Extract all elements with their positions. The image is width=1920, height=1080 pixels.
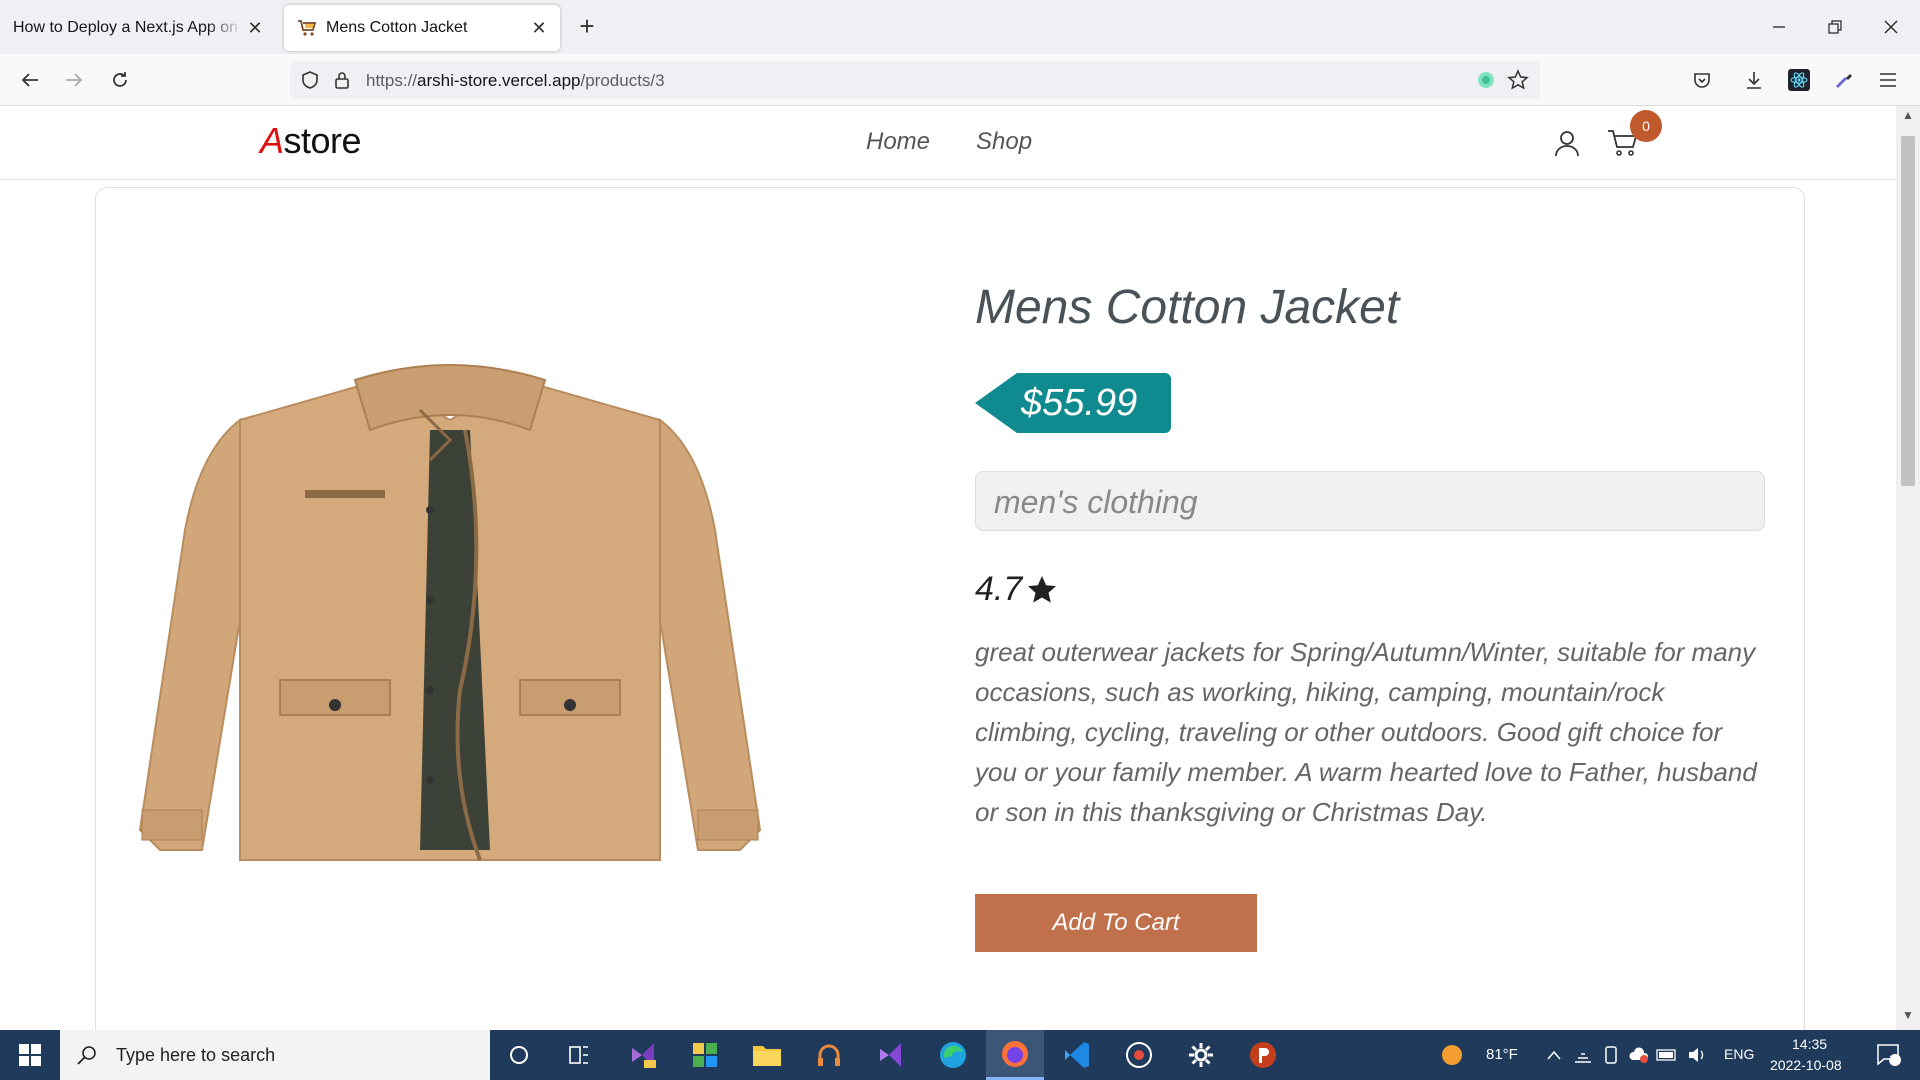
cloud-sync-error-icon[interactable] — [1626, 1030, 1652, 1080]
nav-link-shop[interactable]: Shop — [976, 128, 1032, 156]
pocket-icon[interactable] — [1686, 64, 1718, 96]
url-text[interactable]: https://arshi-store.vercel.app/products/… — [366, 71, 665, 91]
visual-studio-preview-icon[interactable] — [614, 1030, 672, 1080]
tab-title: Mens Cotton Jacket — [326, 19, 468, 36]
volume-icon[interactable] — [1684, 1030, 1710, 1080]
clock-date[interactable]: 2022-10-08 — [1770, 1057, 1842, 1073]
download-icon[interactable] — [1738, 64, 1770, 96]
new-tab-button[interactable]: + — [572, 12, 602, 42]
cortana-icon[interactable] — [490, 1030, 548, 1080]
hamburger-menu-icon[interactable] — [1872, 64, 1904, 96]
product-rating: 4.7 — [975, 570, 1058, 609]
file-explorer-icon[interactable] — [738, 1030, 796, 1080]
rating-value: 4.7 — [975, 570, 1023, 608]
scroll-up-icon[interactable]: ▲ — [1896, 108, 1920, 128]
tab-active[interactable]: Mens Cotton Jacket ✕ — [284, 5, 560, 51]
taskbar-search[interactable]: Type here to search — [60, 1030, 490, 1080]
nav-link-home[interactable]: Home — [866, 128, 930, 156]
language-indicator[interactable]: ENG — [1724, 1046, 1754, 1062]
tray-chevron-up-icon[interactable] — [1540, 1030, 1568, 1080]
code-tool-icon[interactable] — [676, 1030, 734, 1080]
product-category: men's clothing — [994, 484, 1198, 520]
close-window-icon[interactable] — [1868, 10, 1914, 44]
task-view-icon[interactable] — [550, 1030, 608, 1080]
search-placeholder: Type here to search — [116, 1044, 276, 1065]
notification-count: 2 — [1884, 1049, 1892, 1061]
category-box: men's clothing — [975, 471, 1765, 531]
edge-browser-icon[interactable] — [924, 1030, 982, 1080]
search-icon — [77, 1046, 96, 1065]
shopping-cart-favicon-icon — [296, 17, 318, 39]
page-scrollbar[interactable]: ▲ ▼ — [1896, 106, 1920, 1030]
vscode-icon[interactable] — [1048, 1030, 1106, 1080]
windows-start-icon[interactable] — [0, 1030, 60, 1080]
address-bar[interactable]: https://arshi-store.vercel.app/products/… — [290, 61, 1540, 99]
clock-time[interactable]: 14:35 — [1792, 1036, 1827, 1052]
product-image — [130, 360, 770, 870]
price-tag: $55.99 — [975, 373, 1172, 433]
visual-studio-icon[interactable] — [862, 1030, 920, 1080]
product-price: $55.99 — [1017, 373, 1172, 433]
tab-title: How to Deploy a Next.js App on cPanel — [13, 19, 242, 36]
price-tag-arrow — [975, 373, 1017, 433]
media-player-icon[interactable] — [1110, 1030, 1168, 1080]
browser-tab-strip: How to Deploy a Next.js App on cPanel ✕ … — [0, 0, 1920, 54]
restore-window-icon[interactable] — [1812, 10, 1858, 44]
extension-badge-icon[interactable] — [1474, 68, 1498, 92]
minimize-window-icon[interactable] — [1756, 10, 1802, 44]
phone-link-icon[interactable] — [1598, 1030, 1624, 1080]
close-tab-icon[interactable]: ✕ — [526, 18, 552, 39]
powerpoint-app-icon[interactable] — [1234, 1030, 1292, 1080]
site-header: Astore Home Shop — [0, 106, 1896, 180]
reload-icon[interactable] — [102, 62, 138, 98]
windows-taskbar: Type here to search 81°F ENG 14:35 2022-… — [0, 1030, 1920, 1080]
color-picker-icon[interactable] — [1828, 64, 1860, 96]
tab-inactive[interactable]: How to Deploy a Next.js App on cPanel ✕ — [0, 5, 276, 51]
battery-icon[interactable] — [1654, 1030, 1680, 1080]
back-arrow-icon[interactable] — [12, 62, 48, 98]
site-logo[interactable]: Astore — [260, 120, 362, 162]
user-account-icon[interactable] — [1550, 126, 1584, 160]
product-description: great outerwear jackets for Spring/Autum… — [975, 637, 1757, 827]
settings-gear-icon[interactable] — [1172, 1030, 1230, 1080]
weather-temperature[interactable]: 81°F — [1486, 1046, 1518, 1063]
scroll-thumb[interactable] — [1901, 136, 1915, 486]
shield-icon[interactable] — [298, 68, 322, 92]
lock-icon[interactable] — [330, 68, 354, 92]
headphones-app-icon[interactable] — [800, 1030, 858, 1080]
product-title: Mens Cotton Jacket — [975, 281, 1400, 334]
add-to-cart-button[interactable]: Add To Cart — [975, 894, 1257, 952]
star-icon — [1028, 575, 1057, 603]
cart-count-badge: 0 — [1630, 110, 1662, 142]
close-tab-icon[interactable]: ✕ — [242, 18, 268, 39]
network-icon[interactable] — [1570, 1030, 1596, 1080]
firefox-icon[interactable] — [986, 1030, 1044, 1080]
bookmark-star-icon[interactable] — [1506, 68, 1530, 92]
weather-sun-icon[interactable] — [1432, 1030, 1472, 1080]
react-devtools-icon[interactable] — [1783, 64, 1815, 96]
scroll-down-icon[interactable]: ▼ — [1896, 1008, 1920, 1028]
browser-toolbar: https://arshi-store.vercel.app/products/… — [0, 54, 1920, 106]
forward-arrow-icon[interactable] — [56, 62, 92, 98]
